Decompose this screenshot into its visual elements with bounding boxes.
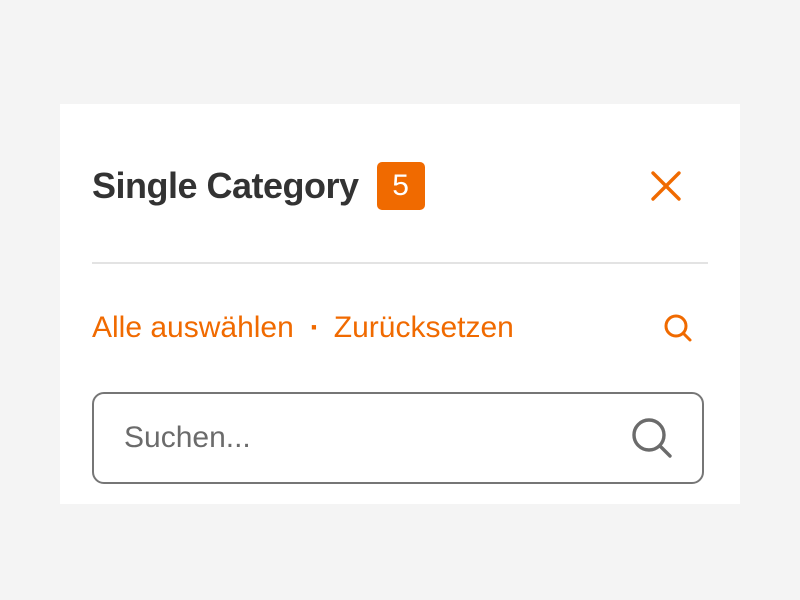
select-all-link[interactable]: Alle auswählen [92, 311, 294, 345]
filter-panel: Single Category 5 Alle auswählen · Zurüc… [60, 104, 740, 504]
filter-title: Single Category [92, 165, 359, 206]
search-icon [664, 314, 692, 342]
action-separator: · [309, 311, 320, 344]
close-button[interactable] [640, 160, 692, 212]
search-field [92, 392, 704, 484]
search-input[interactable] [124, 414, 604, 462]
selection-count-badge: 5 [376, 162, 425, 210]
header-divider [92, 262, 708, 264]
search-icon [632, 418, 672, 458]
reset-link[interactable]: Zurücksetzen [334, 311, 514, 345]
close-icon [651, 171, 681, 201]
search-field-icon[interactable] [628, 414, 676, 462]
filter-actions: Alle auswählen · Zurücksetzen [92, 306, 710, 350]
filter-header: Single Category 5 [92, 160, 710, 212]
toggle-search-button[interactable] [658, 308, 698, 348]
